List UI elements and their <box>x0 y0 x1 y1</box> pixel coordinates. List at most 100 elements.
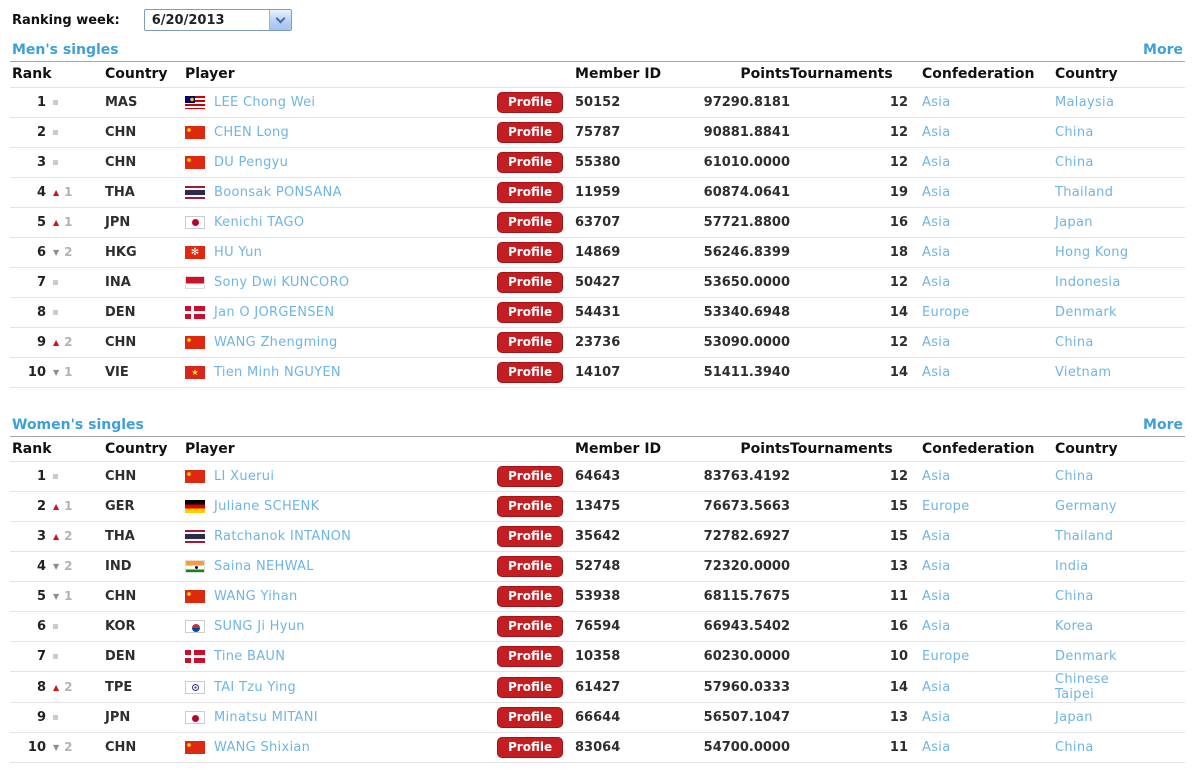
confederation-link[interactable]: Asia <box>922 335 950 350</box>
player-link[interactable]: LI Xuerui <box>214 469 274 484</box>
confederation-link[interactable]: Asia <box>922 710 950 725</box>
confederation-link[interactable]: Asia <box>922 529 950 544</box>
confederation-link[interactable]: Asia <box>922 619 950 634</box>
confederation-link[interactable]: Asia <box>922 245 950 260</box>
player-link[interactable]: Jan O JORGENSEN <box>214 305 334 320</box>
country-code: GER <box>105 491 185 522</box>
country-link[interactable]: Thailand <box>1055 529 1113 544</box>
country-link[interactable]: China <box>1055 740 1094 755</box>
profile-button[interactable]: Profile <box>497 301 564 323</box>
ranking-week-label: Ranking week: <box>12 12 120 28</box>
player-link[interactable]: Kenichi TAGO <box>214 215 304 230</box>
rank-move-arrow-icon <box>53 279 58 285</box>
country-link[interactable]: China <box>1055 589 1094 604</box>
player-link[interactable]: CHEN Long <box>214 125 289 140</box>
country-link[interactable]: Malaysia <box>1055 95 1114 110</box>
country-link[interactable]: Denmark <box>1055 649 1117 664</box>
profile-button[interactable]: Profile <box>497 331 564 353</box>
player-link[interactable]: Tien Minh NGUYEN <box>214 365 341 380</box>
confederation-link[interactable]: Europe <box>922 305 970 320</box>
player-link[interactable]: Sony Dwi KUNCORO <box>214 275 349 290</box>
profile-button[interactable]: Profile <box>497 707 564 728</box>
player-link[interactable]: Boonsak PONSANA <box>214 185 342 200</box>
country-link[interactable]: Hong Kong <box>1055 245 1128 260</box>
table-row: 10▼1 VIE Tien Minh NGUYEN Profile 14107 … <box>10 356 1186 388</box>
confederation-link[interactable]: Asia <box>922 275 950 290</box>
player-link[interactable]: Saina NEHWAL <box>214 559 314 574</box>
confederation-link[interactable]: Asia <box>922 559 950 574</box>
table-row: 5 ▼ 1 CHN WANG Yihan Profile 53938 68115.7… <box>10 581 1186 612</box>
mens-singles-title-link[interactable]: Men's singles <box>12 42 119 58</box>
player-link[interactable]: TAI Tzu Ying <box>214 680 296 695</box>
confederation-link[interactable]: Europe <box>922 499 970 514</box>
profile-button[interactable]: Profile <box>497 737 564 758</box>
player-link[interactable]: Tine BAUN <box>214 649 285 664</box>
profile-button[interactable]: Profile <box>497 361 564 383</box>
womens-singles-title-link[interactable]: Women's singles <box>12 417 144 433</box>
player-link[interactable]: WANG Yihan <box>214 589 298 604</box>
select-arrow-button[interactable] <box>268 10 291 30</box>
country-link[interactable]: Germany <box>1055 499 1117 514</box>
country-link[interactable]: Chinese Taipei <box>1055 672 1143 702</box>
country-link[interactable]: Denmark <box>1055 305 1117 320</box>
profile-button[interactable]: Profile <box>497 556 564 577</box>
rank-move-arrow-icon: ▲ <box>53 682 60 692</box>
confederation-link[interactable]: Asia <box>922 365 950 380</box>
player-link[interactable]: LEE Chong Wei <box>214 95 315 110</box>
country-link[interactable]: China <box>1055 155 1094 170</box>
profile-button[interactable]: Profile <box>497 241 564 263</box>
player-link[interactable]: WANG Zhengming <box>214 335 338 350</box>
country-link[interactable]: Japan <box>1055 215 1093 230</box>
country-link[interactable]: China <box>1055 469 1094 484</box>
womens-ranking-rows: 1 CHN LI Xuerui Profile 64643 83763.4192… <box>10 461 1186 763</box>
country-link[interactable]: Korea <box>1055 619 1093 634</box>
country-link[interactable]: Thailand <box>1055 185 1113 200</box>
rank-number: 2 <box>36 499 46 514</box>
confederation-link[interactable]: Asia <box>922 185 950 200</box>
confederation-link[interactable]: Asia <box>922 155 950 170</box>
confederation-link[interactable]: Europe <box>922 649 970 664</box>
country-link[interactable]: China <box>1055 335 1094 350</box>
player-link[interactable]: Juliane SCHENK <box>214 499 319 514</box>
player-link[interactable]: Ratchanok INTANON <box>214 529 351 544</box>
confederation-link[interactable]: Asia <box>922 95 950 110</box>
mens-more-link[interactable]: More <box>1143 42 1183 58</box>
rank-move-arrow-icon <box>53 474 58 479</box>
points-value: 83763.4192 <box>675 461 791 492</box>
confederation-link[interactable]: Asia <box>922 680 950 695</box>
player-link[interactable]: DU Pengyu <box>214 155 288 170</box>
profile-button[interactable]: Profile <box>497 646 564 667</box>
profile-button[interactable]: Profile <box>497 466 564 487</box>
profile-button[interactable]: Profile <box>497 526 564 547</box>
profile-button[interactable]: Profile <box>497 151 564 173</box>
points-value: 51411.3940 <box>675 356 791 388</box>
ranking-week-select[interactable]: 6/20/2013 <box>143 9 292 31</box>
confederation-link[interactable]: Asia <box>922 589 950 604</box>
country-link[interactable]: Vietnam <box>1055 365 1111 380</box>
player-link[interactable]: WANG Shixian <box>214 740 310 755</box>
profile-button[interactable]: Profile <box>497 496 564 517</box>
profile-button[interactable]: Profile <box>497 121 564 143</box>
country-link[interactable]: Indonesia <box>1055 275 1121 290</box>
profile-button[interactable]: Profile <box>497 211 564 233</box>
rank-move-icon: ▲ 2 <box>46 680 73 695</box>
points-value: 66943.5402 <box>675 611 791 642</box>
confederation-link[interactable]: Asia <box>922 125 950 140</box>
player-link[interactable]: SUNG Ji Hyun <box>214 619 305 634</box>
profile-button[interactable]: Profile <box>497 181 564 203</box>
confederation-link[interactable]: Asia <box>922 215 950 230</box>
profile-button[interactable]: Profile <box>497 586 564 607</box>
profile-button[interactable]: Profile <box>497 616 564 637</box>
player-link[interactable]: HU Yun <box>214 245 262 260</box>
player-link[interactable]: Minatsu MITANI <box>214 710 318 725</box>
profile-button[interactable]: Profile <box>497 676 564 698</box>
confederation-link[interactable]: Asia <box>922 469 950 484</box>
country-link[interactable]: Japan <box>1055 710 1093 725</box>
rank-move-icon: ▲ 1 <box>46 215 73 230</box>
country-link[interactable]: China <box>1055 125 1094 140</box>
womens-more-link[interactable]: More <box>1143 417 1183 433</box>
confederation-link[interactable]: Asia <box>922 740 950 755</box>
country-link[interactable]: India <box>1055 559 1088 574</box>
profile-button[interactable]: Profile <box>497 271 564 293</box>
profile-button[interactable]: Profile <box>497 91 564 113</box>
